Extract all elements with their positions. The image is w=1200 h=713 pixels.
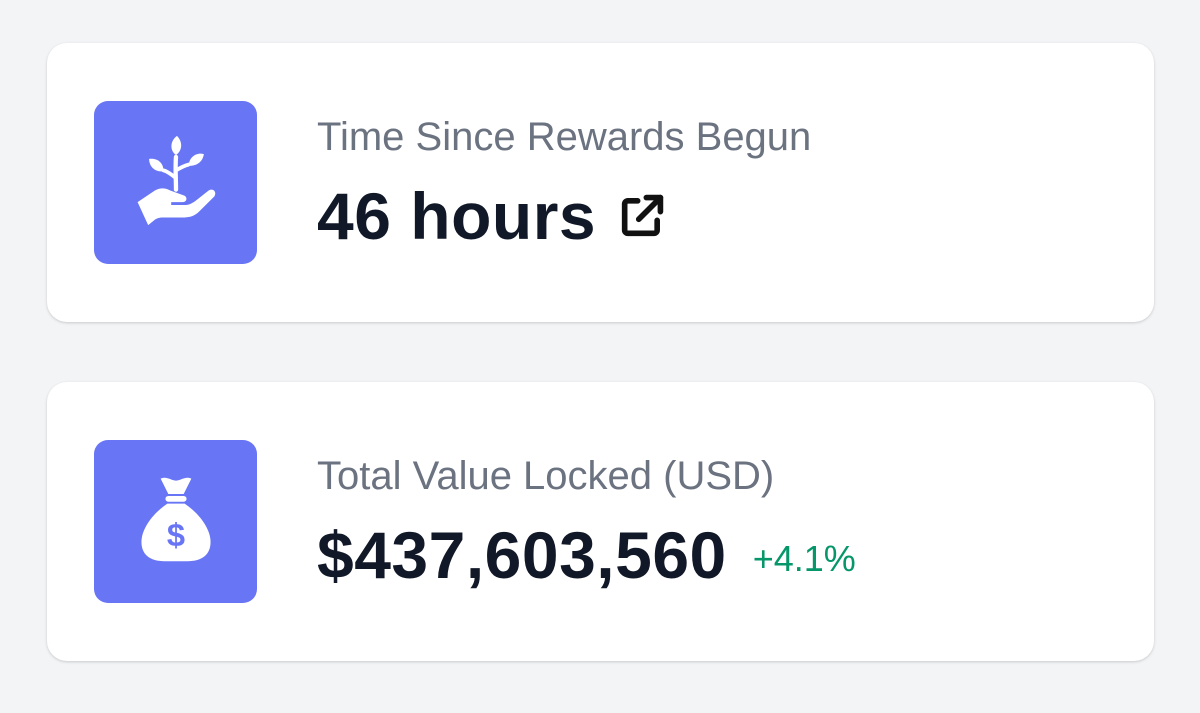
stat-icon-tile xyxy=(94,101,257,264)
stat-label: Time Since Rewards Begun xyxy=(317,115,812,159)
stat-label: Total Value Locked (USD) xyxy=(317,454,775,498)
money-bag-icon: $ xyxy=(128,471,224,572)
svg-text:$: $ xyxy=(166,516,184,553)
plant-in-hand-icon xyxy=(128,132,224,233)
change-badge: +4.1% xyxy=(752,538,856,579)
external-link-icon[interactable] xyxy=(616,190,668,242)
stat-value: $437,603,560 xyxy=(317,518,727,592)
stat-icon-tile: $ xyxy=(94,440,257,603)
stat-card-rewards-time: Time Since Rewards Begun 46 hours xyxy=(47,43,1154,322)
stat-value-row: $437,603,560 +4.1% xyxy=(317,515,856,595)
stat-value: 46 hours xyxy=(317,179,597,253)
stat-value-row: 46 hours xyxy=(317,176,668,256)
stat-card-tvl: $ Total Value Locked (USD) $437,603,560 … xyxy=(47,382,1154,661)
